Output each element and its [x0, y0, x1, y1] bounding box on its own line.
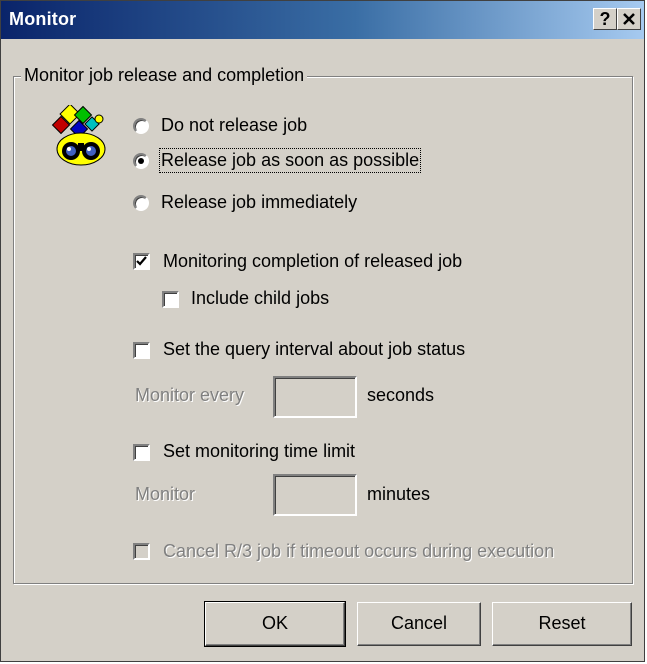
ok-button[interactable]: OK: [204, 601, 346, 647]
radio-release-immediately[interactable]: [133, 195, 149, 211]
query-interval-label[interactable]: Set the query interval about job status: [163, 339, 465, 360]
checkmark-icon: [136, 256, 147, 266]
include-child-jobs-checkbox[interactable]: [162, 291, 179, 308]
radio-label-release-asap[interactable]: Release job as soon as possible: [158, 148, 422, 173]
monitoring-completion-label[interactable]: Monitoring completion of released job: [163, 251, 462, 272]
cancel-button[interactable]: Cancel: [357, 602, 481, 646]
monitor-minutes-input[interactable]: [273, 474, 357, 516]
close-icon: [623, 13, 635, 25]
minutes-label: minutes: [367, 484, 431, 504]
time-limit-checkbox[interactable]: [133, 444, 150, 461]
monitor-label: Monitor: [135, 484, 196, 504]
cancel-r3-job-checkbox[interactable]: [133, 543, 150, 560]
radio-selected-dot: [138, 158, 144, 164]
job-monitor-binoculars-icon: [51, 105, 106, 166]
group-label: Monitor job release and completion: [21, 65, 308, 86]
radio-label-release-immediately[interactable]: Release job immediately: [161, 192, 357, 213]
cancel-r3-job-label: Cancel R/3 job if timeout occurs during …: [163, 541, 555, 561]
include-child-jobs-label[interactable]: Include child jobs: [191, 288, 329, 309]
time-limit-label[interactable]: Set monitoring time limit: [163, 441, 355, 462]
reset-button[interactable]: Reset: [492, 602, 632, 646]
seconds-label: seconds: [367, 385, 435, 405]
query-interval-checkbox[interactable]: [133, 342, 150, 359]
monitor-every-label: Monitor every: [135, 385, 245, 405]
radio-label-do-not-release[interactable]: Do not release job: [161, 115, 307, 136]
help-button[interactable]: ?: [593, 8, 617, 30]
close-button[interactable]: [617, 8, 641, 30]
title-bar: Monitor ?: [1, 1, 644, 39]
monitoring-completion-checkbox[interactable]: [133, 253, 150, 270]
radio-do-not-release[interactable]: [133, 118, 149, 134]
monitor-dialog: Monitor ? Monitor job release and comple…: [0, 0, 645, 662]
window-title: Monitor: [9, 9, 77, 29]
monitor-every-input[interactable]: [273, 376, 357, 418]
radio-release-asap[interactable]: [133, 153, 149, 169]
